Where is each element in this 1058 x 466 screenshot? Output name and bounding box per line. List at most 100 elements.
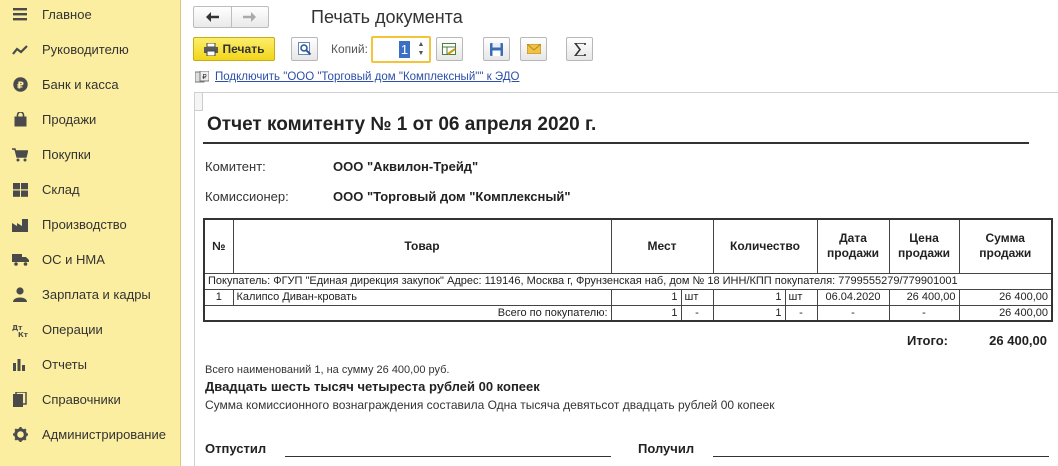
sidebar-item-label: Склад xyxy=(42,182,80,197)
sum-in-words: Двадцать шесть тысяч четыреста рублей 00… xyxy=(205,379,540,394)
edo-connect-link[interactable]: Подключить "ООО "Торговый дом "Комплексн… xyxy=(215,71,519,83)
factory-icon xyxy=(10,217,30,233)
back-button[interactable] xyxy=(194,7,231,27)
bar-chart-icon xyxy=(10,357,30,373)
sum-button[interactable] xyxy=(566,37,593,61)
edit-button[interactable] xyxy=(436,37,463,61)
bag-icon xyxy=(10,112,30,128)
cell-date: 06.04.2020 xyxy=(816,288,890,306)
sidebar-item-label: Администрирование xyxy=(42,427,166,442)
table-row: 1 Калипсо Диван-кровать 1 шт 1 шт 06.04.… xyxy=(203,288,1053,306)
subtotal-places-unit: - xyxy=(680,304,714,322)
subtotal-qty-unit: - xyxy=(784,304,818,322)
sidebar-item-fixed-assets[interactable]: ОС и НМА xyxy=(0,242,180,277)
warehouse-icon xyxy=(10,182,30,198)
page-title: Печать документа xyxy=(311,7,463,27)
sidebar-item-label: Руководителю xyxy=(42,42,129,57)
svg-text:Кт: Кт xyxy=(18,331,28,337)
sidebar-item-main[interactable]: Главное xyxy=(0,0,180,32)
edo-icon: ₽ xyxy=(195,71,209,83)
cell-num: 1 xyxy=(203,288,234,306)
sidebar-item-label: Производство xyxy=(42,217,127,232)
sidebar-item-label: Зарплата и кадры xyxy=(42,287,151,302)
col-num: № xyxy=(203,218,234,274)
sidebar-item-sales[interactable]: Продажи xyxy=(0,102,180,137)
sidebar-item-bank[interactable]: ₽ Банк и касса xyxy=(0,67,180,102)
sidebar-item-warehouse[interactable]: Склад xyxy=(0,172,180,207)
total-label: Итого: xyxy=(907,333,948,348)
agent-value: ООО "Торговый дом "Комплексный" xyxy=(333,189,571,204)
email-button[interactable] xyxy=(520,37,547,61)
arrow-right-icon xyxy=(243,12,257,22)
items-summary: Всего наименований 1, на сумму 26 400,00… xyxy=(205,364,450,376)
sidebar-item-label: ОС и НМА xyxy=(42,252,105,267)
col-product: Товар xyxy=(232,218,612,274)
col-sum: Сумма продажи xyxy=(958,218,1053,274)
sidebar-item-label: Банк и касса xyxy=(42,77,119,92)
cell-qty-unit: шт xyxy=(784,288,818,306)
sidebar-item-label: Справочники xyxy=(42,392,121,407)
cell-sum: 26 400,00 xyxy=(958,288,1053,306)
sidebar-item-label: Продажи xyxy=(42,112,97,127)
print-button[interactable]: Печать xyxy=(193,37,275,61)
sidebar: Главное Руководителю ₽ Банк и касса Прод… xyxy=(0,0,181,466)
table-header: № Товар Мест Количество Дата продажи Цен… xyxy=(203,218,1053,274)
col-price: Цена продажи xyxy=(888,218,960,274)
subtotal-qty: 1 xyxy=(712,304,786,322)
title-divider xyxy=(203,142,1029,144)
printer-icon xyxy=(203,42,218,56)
cell-qty: 1 xyxy=(712,288,786,306)
agent-label: Комиссионер: xyxy=(205,189,289,204)
debit-credit-icon: Дт Кт xyxy=(10,322,30,338)
sidebar-item-label: Отчеты xyxy=(42,357,87,372)
principal-value: ООО "Аквилон-Трейд" xyxy=(333,159,479,174)
main-area: Печать документа Печать Копий: 1 ▲ ▼ ₽ По… xyxy=(181,0,1058,466)
sidebar-item-operations[interactable]: Дт Кт Операции xyxy=(0,312,180,347)
sidebar-item-label: Операции xyxy=(42,322,103,337)
preview-button[interactable] xyxy=(291,37,318,61)
cart-icon xyxy=(10,147,30,163)
forward-button[interactable] xyxy=(230,7,269,27)
sidebar-item-admin[interactable]: Администрирование xyxy=(0,417,180,452)
cell-places: 1 xyxy=(610,288,682,306)
buyer-info: Покупатель: ФГУП "Единая дирекция закупо… xyxy=(203,272,1053,290)
sidebar-item-manager[interactable]: Руководителю xyxy=(0,32,180,67)
principal-label: Комитент: xyxy=(205,159,266,174)
edo-link-row: ₽ Подключить "ООО "Торговый дом "Комплек… xyxy=(195,69,519,85)
copies-label: Копий: xyxy=(331,42,368,56)
sidebar-item-label: Покупки xyxy=(42,147,91,162)
books-icon xyxy=(10,392,30,408)
buyer-row: Покупатель: ФГУП "Единая дирекция закупо… xyxy=(203,272,1053,290)
document-corner xyxy=(195,93,203,111)
received-label: Получил xyxy=(638,441,695,456)
total-value: 26 400,00 xyxy=(989,333,1047,348)
cell-places-unit: шт xyxy=(680,288,714,306)
commission-text: Сумма комиссионного вознаграждения соста… xyxy=(205,398,775,412)
trend-icon xyxy=(10,42,30,58)
sidebar-item-purchases[interactable]: Покупки xyxy=(0,137,180,172)
save-button[interactable] xyxy=(483,37,510,61)
sidebar-item-catalogs[interactable]: Справочники xyxy=(0,382,180,417)
released-label: Отпустил xyxy=(205,441,267,456)
subtotal-places: 1 xyxy=(610,304,682,322)
ruble-icon: ₽ xyxy=(10,77,30,93)
envelope-icon xyxy=(526,44,541,54)
subtotal-price: - xyxy=(888,304,960,322)
history-nav xyxy=(193,6,269,28)
sidebar-item-reports[interactable]: Отчеты xyxy=(0,347,180,382)
sales-table: № Товар Мест Количество Дата продажи Цен… xyxy=(203,218,1053,322)
cell-price: 26 400,00 xyxy=(888,288,960,306)
subtotal-row: Всего по покупателю: 1 - 1 - - - 26 400,… xyxy=(203,304,1053,322)
copies-input[interactable]: 1 ▲ ▼ xyxy=(371,36,431,63)
sidebar-item-payroll[interactable]: Зарплата и кадры xyxy=(0,277,180,312)
sigma-icon xyxy=(573,42,586,56)
sidebar-item-production[interactable]: Производство xyxy=(0,207,180,242)
copies-stepper[interactable]: ▲ ▼ xyxy=(415,40,427,59)
report-title: Отчет комитенту № 1 от 06 апреля 2020 г. xyxy=(207,114,597,135)
sidebar-item-label: Главное xyxy=(42,7,92,22)
truck-icon xyxy=(10,252,30,268)
received-signature-line xyxy=(713,456,1049,457)
col-qty: Количество xyxy=(712,218,818,274)
person-icon xyxy=(10,287,30,303)
subtotal-date: - xyxy=(816,304,890,322)
